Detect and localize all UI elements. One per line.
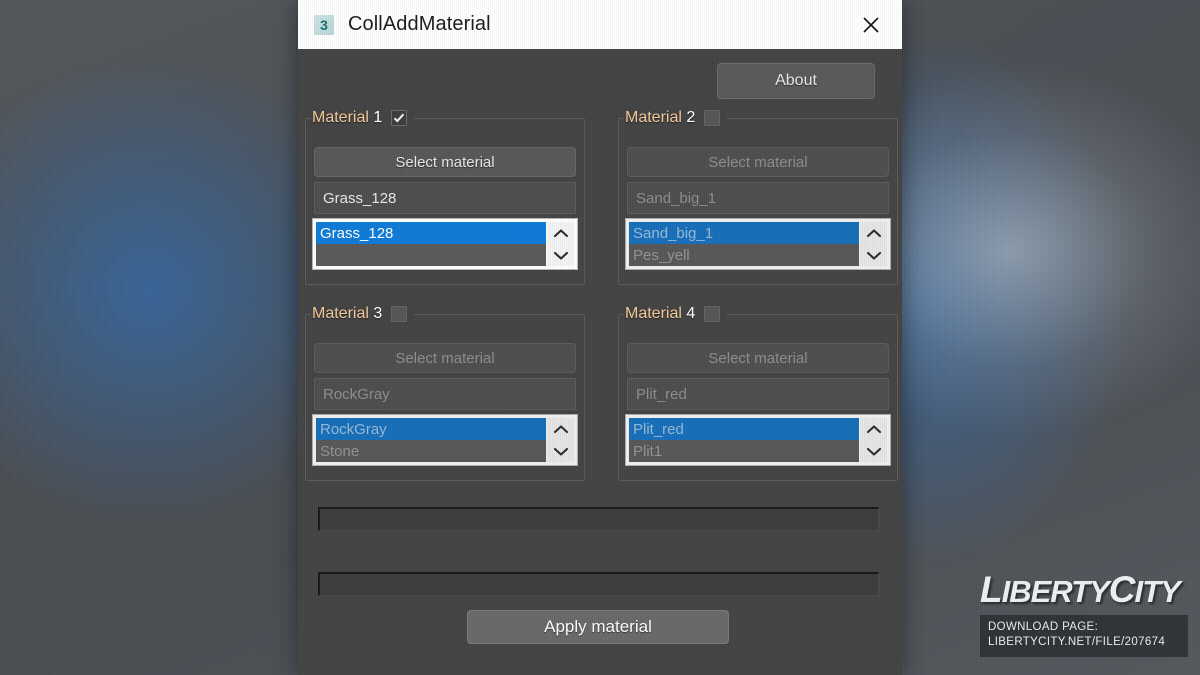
material-group-1: Material 1 Select material Grass_128 Gra…	[305, 107, 585, 285]
select-material-button-3[interactable]: Select material	[314, 343, 576, 373]
material-name-field-2[interactable]: Sand_big_1	[627, 182, 889, 214]
window-title: CollAddMaterial	[348, 13, 491, 35]
chevron-down-icon	[866, 447, 881, 456]
list-item[interactable]: Sand_big_1	[629, 222, 859, 244]
window-client-area: About Material 1 Select material Grass_1…	[298, 49, 902, 675]
group-title-2: Material 2	[625, 109, 696, 126]
window-titlebar: 3 CollAddMaterial	[298, 0, 902, 49]
select-material-button-2[interactable]: Select material	[627, 147, 889, 177]
desktop-background: 3 CollAddMaterial About Material 1 Selec…	[0, 0, 1200, 675]
list-item[interactable]: RockGray	[316, 418, 546, 440]
group-title-1: Material 1	[312, 109, 383, 126]
list-item[interactable]: Stone	[316, 440, 546, 462]
select-material-button-4[interactable]: Select material	[627, 343, 889, 373]
progress-bar-1	[318, 507, 879, 531]
material-listbox-2[interactable]: Sand_big_1 Pes_yell	[625, 218, 891, 270]
download-page-label: DOWNLOAD PAGE:	[988, 620, 1099, 633]
close-icon[interactable]	[848, 0, 894, 49]
material-1-checkbox[interactable]	[391, 110, 408, 126]
material-group-4: Material 4 Select material Plit_red Plit…	[618, 303, 898, 481]
listbox-scrollbar-3[interactable]	[546, 418, 574, 462]
listbox-scrollbar-4[interactable]	[859, 418, 887, 462]
libertycity-watermark: LIBERTYCITY DOWNLOAD PAGE: LIBERTYCITY.N…	[980, 571, 1188, 657]
list-item[interactable]: Pes_yell	[629, 244, 859, 266]
list-item[interactable]	[316, 244, 546, 266]
listbox-scrollbar-1[interactable]	[546, 222, 574, 266]
select-material-button-1[interactable]: Select material	[314, 147, 576, 177]
chevron-up-icon	[553, 424, 568, 433]
material-group-2: Material 2 Select material Sand_big_1 Sa…	[618, 107, 898, 285]
material-4-checkbox[interactable]	[704, 306, 721, 322]
listbox-scrollbar-2[interactable]	[859, 222, 887, 266]
material-name-field-1[interactable]: Grass_128	[314, 182, 576, 214]
material-listbox-4[interactable]: Plit_red Plit1	[625, 414, 891, 466]
group-header: Material 4	[624, 303, 728, 325]
material-listbox-1[interactable]: Grass_128	[312, 218, 578, 270]
apply-material-button[interactable]: Apply material	[467, 610, 729, 644]
group-title-4: Material 4	[625, 305, 696, 322]
material-name-field-3[interactable]: RockGray	[314, 378, 576, 410]
group-title-3: Material 3	[312, 305, 383, 322]
chevron-down-icon	[553, 447, 568, 456]
max-script-icon: 3	[314, 14, 334, 35]
about-button[interactable]: About	[717, 63, 875, 99]
material-group-3: Material 3 Select material RockGray Rock…	[305, 303, 585, 481]
material-name-field-4[interactable]: Plit_red	[627, 378, 889, 410]
chevron-up-icon	[553, 228, 568, 237]
list-item[interactable]: Grass_128	[316, 222, 546, 244]
colladdmaterial-window: 3 CollAddMaterial About Material 1 Selec…	[298, 0, 902, 675]
libertycity-logo: LIBERTYCITY	[980, 568, 1181, 610]
chevron-up-icon	[866, 424, 881, 433]
group-header: Material 1	[311, 107, 415, 129]
chevron-down-icon	[553, 251, 568, 260]
download-page-url: LIBERTYCITY.NET/FILE/207674	[988, 636, 1166, 649]
progress-bar-2	[318, 572, 879, 596]
material-3-checkbox[interactable]	[391, 306, 408, 322]
group-header: Material 2	[624, 107, 728, 129]
material-2-checkbox[interactable]	[704, 110, 721, 126]
group-header: Material 3	[311, 303, 415, 325]
list-item[interactable]: Plit_red	[629, 418, 859, 440]
chevron-down-icon	[866, 251, 881, 260]
list-item[interactable]: Plit1	[629, 440, 859, 462]
material-listbox-3[interactable]: RockGray Stone	[312, 414, 578, 466]
chevron-up-icon	[866, 228, 881, 237]
download-page-box: DOWNLOAD PAGE: LIBERTYCITY.NET/FILE/2076…	[980, 614, 1188, 657]
